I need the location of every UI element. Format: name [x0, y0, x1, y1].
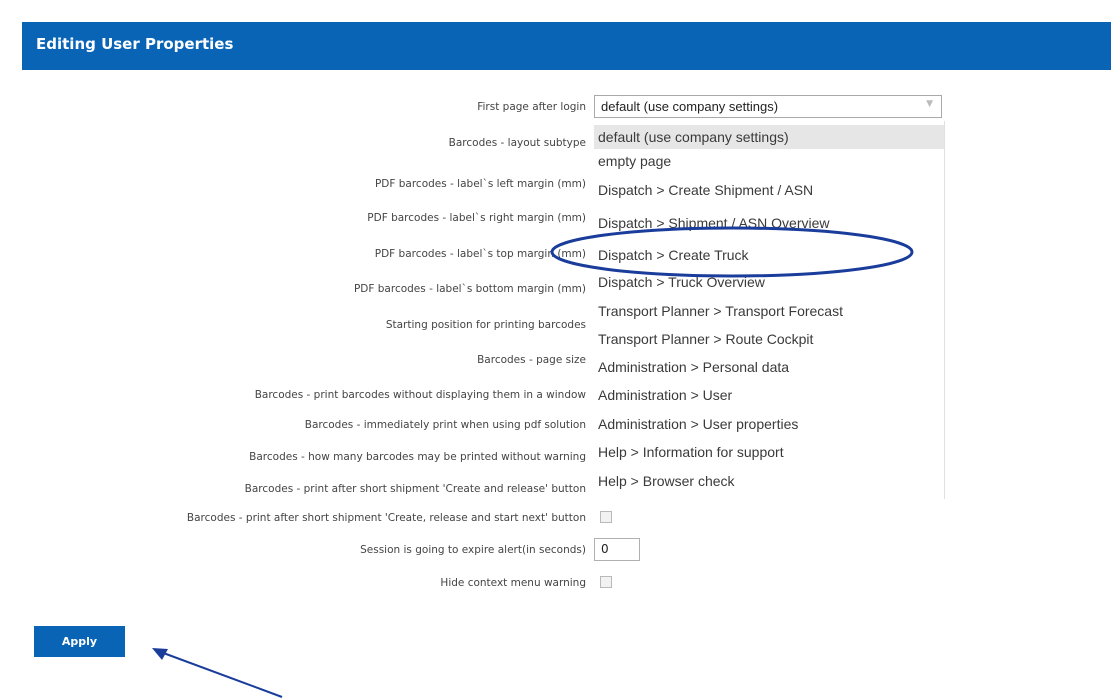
print-after-release-next-checkbox[interactable]: [600, 511, 612, 523]
dropdown-option[interactable]: Dispatch > Shipment / ASN Overview: [594, 211, 944, 235]
dropdown-option[interactable]: Help > Information for support: [594, 440, 944, 464]
first-page-select[interactable]: default (use company settings) ▼: [594, 95, 942, 118]
label-session-expire: Session is going to expire alert(in seco…: [360, 544, 586, 556]
dropdown-option[interactable]: Administration > User properties: [594, 412, 944, 436]
label-starting-position: Starting position for printing barcodes: [385, 319, 586, 331]
dropdown-option[interactable]: Transport Planner > Transport Forecast: [594, 299, 944, 323]
label-print-after-release: Barcodes - print after short shipment 'C…: [244, 483, 586, 495]
label-top-margin: PDF barcodes - label`s top margin (mm): [374, 248, 586, 260]
first-page-dropdown[interactable]: default (use company settings) empty pag…: [594, 121, 945, 499]
hide-context-menu-checkbox[interactable]: [600, 576, 612, 588]
annotation-arrow-line: [157, 650, 283, 698]
dropdown-option[interactable]: Dispatch > Truck Overview: [594, 270, 944, 294]
label-immediately-print: Barcodes - immediately print when using …: [304, 419, 586, 431]
label-left-margin: PDF barcodes - label`s left margin (mm): [374, 178, 586, 190]
page-header: Editing User Properties: [22, 22, 1111, 70]
label-page-size: Barcodes - page size: [477, 354, 586, 366]
apply-button[interactable]: Apply: [34, 626, 125, 657]
dropdown-option[interactable]: Help > Browser check: [594, 469, 944, 493]
dropdown-option[interactable]: Administration > User: [594, 383, 944, 407]
session-expire-input[interactable]: 0: [594, 538, 640, 561]
arrow-head-icon: [152, 648, 168, 660]
dropdown-option[interactable]: default (use company settings): [594, 125, 944, 149]
dropdown-option[interactable]: Dispatch > Create Shipment / ASN: [594, 178, 944, 202]
label-how-many: Barcodes - how many barcodes may be prin…: [249, 451, 586, 463]
label-hide-context-menu: Hide context menu warning: [440, 577, 586, 589]
dropdown-option[interactable]: Administration > Personal data: [594, 355, 944, 379]
first-page-select-value: default (use company settings): [601, 99, 779, 114]
dropdown-option[interactable]: Transport Planner > Route Cockpit: [594, 327, 944, 351]
label-bottom-margin: PDF barcodes - label`s bottom margin (mm…: [353, 283, 586, 295]
label-first-page: First page after login: [477, 101, 586, 113]
label-right-margin: PDF barcodes - label`s right margin (mm): [367, 212, 586, 224]
label-print-no-window: Barcodes - print barcodes without displa…: [254, 389, 586, 401]
label-print-after-release-next: Barcodes - print after short shipment 'C…: [186, 512, 586, 524]
page-title: Editing User Properties: [36, 35, 234, 53]
dropdown-option[interactable]: empty page: [594, 149, 944, 173]
label-layout-subtype: Barcodes - layout subtype: [448, 137, 586, 149]
dropdown-option[interactable]: Dispatch > Create Truck: [594, 243, 944, 267]
chevron-down-icon: ▼: [926, 99, 933, 109]
